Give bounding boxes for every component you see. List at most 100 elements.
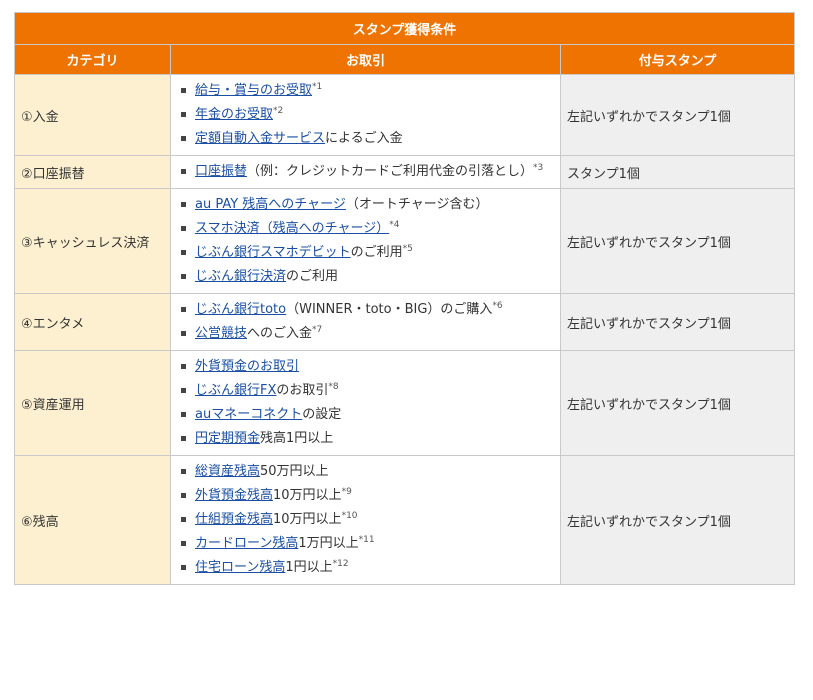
link-foreign-deposit-balance[interactable]: 外貨預金残高 — [195, 488, 273, 503]
list-item: 住宅ローン残高1円以上*12 — [179, 559, 556, 577]
stamp-cell: 左記いずれかでスタンプ1個 — [560, 455, 795, 585]
list-item: 口座振替（例：クレジットカードご利用代金の引落とし）*3 — [179, 163, 556, 181]
link-jibun-bank-toto[interactable]: じぶん銀行toto — [195, 302, 286, 317]
transaction-list: 外貨預金のお取引 じぶん銀行FXのお取引*8 auマネーコネクトの設定 円定期預… — [179, 358, 556, 448]
list-item: スマホ決済（残高へのチャージ）*4 — [179, 220, 556, 238]
table-row: ⑥残高 総資産残高50万円以上 外貨預金残高10万円以上*9 仕組預金残高10万… — [14, 455, 795, 585]
item-text: 10万円以上 — [273, 512, 342, 527]
item-text: へのご入金 — [247, 326, 313, 341]
link-pension-receipt[interactable]: 年金のお受取 — [195, 107, 273, 122]
item-text: のご利用 — [286, 269, 339, 284]
item-text: 1円以上 — [285, 560, 333, 575]
link-mortgage-balance[interactable]: 住宅ローン残高 — [195, 560, 285, 575]
stamp-cell: 左記いずれかでスタンプ1個 — [560, 293, 795, 351]
list-item: 総資産残高50万円以上 — [179, 463, 556, 481]
link-total-assets-balance[interactable]: 総資産残高 — [195, 464, 260, 479]
header-transaction: お取引 — [170, 44, 561, 75]
footnote-mark: *9 — [341, 487, 352, 497]
list-item: 外貨預金残高10万円以上*9 — [179, 487, 556, 505]
transaction-list: au PAY 残高へのチャージ（オートチャージ含む） スマホ決済（残高へのチャー… — [179, 196, 556, 286]
table-row: ④エンタメ じぶん銀行toto（WINNER・toto・BIG）のご購入*6 公… — [14, 293, 795, 351]
item-text: によるご入金 — [325, 131, 403, 146]
transaction-cell: 口座振替（例：クレジットカードご利用代金の引落とし）*3 — [170, 155, 561, 189]
footnote-mark: *7 — [312, 325, 323, 335]
link-yen-time-deposit[interactable]: 円定期預金 — [195, 431, 260, 446]
stamp-cell: 左記いずれかでスタンプ1個 — [560, 188, 795, 294]
footnote-mark: *6 — [492, 301, 503, 311]
list-item: au PAY 残高へのチャージ（オートチャージ含む） — [179, 196, 556, 214]
transaction-list: 総資産残高50万円以上 外貨預金残高10万円以上*9 仕組預金残高10万円以上*… — [179, 463, 556, 577]
category-cell: ⑥残高 — [14, 455, 171, 585]
footnote-mark: *3 — [533, 163, 544, 173]
transaction-cell: 外貨預金のお取引 じぶん銀行FXのお取引*8 auマネーコネクトの設定 円定期預… — [170, 350, 561, 456]
transaction-list: じぶん銀行toto（WINNER・toto・BIG）のご購入*6 公営競技へのご… — [179, 301, 556, 343]
transaction-cell: au PAY 残高へのチャージ（オートチャージ含む） スマホ決済（残高へのチャー… — [170, 188, 561, 294]
list-item: 年金のお受取*2 — [179, 106, 556, 124]
footnote-mark: *4 — [389, 220, 400, 230]
link-au-pay-charge[interactable]: au PAY 残高へのチャージ — [195, 197, 346, 212]
transaction-cell: 給与・賞与のお受取*1 年金のお受取*2 定額自動入金サービスによるご入金 — [170, 74, 561, 156]
list-item: 給与・賞与のお受取*1 — [179, 82, 556, 100]
stamp-cell: 左記いずれかでスタンプ1個 — [560, 350, 795, 456]
footnote-mark: *12 — [332, 559, 349, 569]
list-item: じぶん銀行FXのお取引*8 — [179, 382, 556, 400]
link-foreign-deposit-trade[interactable]: 外貨預金のお取引 — [195, 359, 299, 374]
link-au-money-connect[interactable]: auマネーコネクト — [195, 407, 302, 422]
item-text: 残高1円以上 — [260, 431, 334, 446]
link-salary-receipt[interactable]: 給与・賞与のお受取 — [195, 83, 312, 98]
list-item: auマネーコネクトの設定 — [179, 406, 556, 424]
transaction-cell: 総資産残高50万円以上 外貨預金残高10万円以上*9 仕組預金残高10万円以上*… — [170, 455, 561, 585]
item-text: のご利用 — [350, 245, 403, 260]
list-item: じぶん銀行toto（WINNER・toto・BIG）のご購入*6 — [179, 301, 556, 319]
list-item: じぶん銀行決済のご利用 — [179, 268, 556, 286]
item-text: （WINNER・toto・BIG）のご購入 — [286, 302, 493, 317]
footnote-mark: *8 — [328, 382, 339, 392]
list-item: じぶん銀行スマホデビットのご利用*5 — [179, 244, 556, 262]
link-smartphone-payment[interactable]: スマホ決済（残高へのチャージ） — [195, 221, 389, 236]
list-item: カードローン残高1万円以上*11 — [179, 535, 556, 553]
table-row: ③キャッシュレス決済 au PAY 残高へのチャージ（オートチャージ含む） スマ… — [14, 188, 795, 294]
footnote-mark: *5 — [402, 244, 413, 254]
item-text: 50万円以上 — [260, 464, 329, 479]
item-text: のお取引 — [276, 383, 329, 398]
header-stamp: 付与スタンプ — [560, 44, 795, 75]
link-jibun-bank-fx[interactable]: じぶん銀行FX — [195, 383, 276, 398]
footnote-mark: *11 — [358, 535, 375, 545]
link-account-transfer[interactable]: 口座振替 — [195, 164, 247, 179]
transaction-list: 給与・賞与のお受取*1 年金のお受取*2 定額自動入金サービスによるご入金 — [179, 82, 556, 148]
item-text: （例：クレジットカードご利用代金の引落とし） — [247, 164, 534, 179]
table-row: ②口座振替 口座振替（例：クレジットカードご利用代金の引落とし）*3 スタンプ1… — [14, 155, 795, 189]
footnote-mark: *1 — [312, 82, 323, 92]
link-smartphone-debit[interactable]: じぶん銀行スマホデビット — [195, 245, 351, 260]
link-jibun-bank-payment[interactable]: じぶん銀行決済 — [195, 269, 286, 284]
footnote-mark: *2 — [273, 106, 284, 116]
item-text: 10万円以上 — [273, 488, 342, 503]
item-text: の設定 — [302, 407, 342, 422]
table-title: スタンプ獲得条件 — [14, 12, 795, 45]
footnote-mark: *10 — [341, 511, 358, 521]
list-item: 外貨預金のお取引 — [179, 358, 556, 376]
item-text: 1万円以上 — [298, 536, 359, 551]
link-auto-deposit-service[interactable]: 定額自動入金サービス — [195, 131, 325, 146]
list-item: 公営競技へのご入金*7 — [179, 325, 556, 343]
category-cell: ③キャッシュレス決済 — [14, 188, 171, 294]
transaction-cell: じぶん銀行toto（WINNER・toto・BIG）のご購入*6 公営競技へのご… — [170, 293, 561, 351]
stamp-cell: スタンプ1個 — [560, 155, 795, 189]
table-row: ①入金 給与・賞与のお受取*1 年金のお受取*2 定額自動入金サービスによるご入… — [14, 74, 795, 156]
link-structured-deposit-balance[interactable]: 仕組預金残高 — [195, 512, 273, 527]
item-text: （オートチャージ含む） — [345, 197, 489, 212]
category-cell: ①入金 — [14, 74, 171, 156]
table-row: ⑤資産運用 外貨預金のお取引 じぶん銀行FXのお取引*8 auマネーコネクトの設… — [14, 350, 795, 456]
stamp-cell: 左記いずれかでスタンプ1個 — [560, 74, 795, 156]
header-category: カテゴリ — [14, 44, 171, 75]
category-cell: ④エンタメ — [14, 293, 171, 351]
link-public-racing[interactable]: 公営競技 — [195, 326, 247, 341]
list-item: 定額自動入金サービスによるご入金 — [179, 130, 556, 148]
list-item: 円定期預金残高1円以上 — [179, 430, 556, 448]
stamp-conditions-table: スタンプ獲得条件 カテゴリ お取引 付与スタンプ ①入金 給与・賞与のお受取*1… — [14, 12, 795, 585]
link-card-loan-balance[interactable]: カードローン残高 — [195, 536, 298, 551]
category-cell: ②口座振替 — [14, 155, 171, 189]
list-item: 仕組預金残高10万円以上*10 — [179, 511, 556, 529]
transaction-list: 口座振替（例：クレジットカードご利用代金の引落とし）*3 — [179, 163, 556, 181]
category-cell: ⑤資産運用 — [14, 350, 171, 456]
